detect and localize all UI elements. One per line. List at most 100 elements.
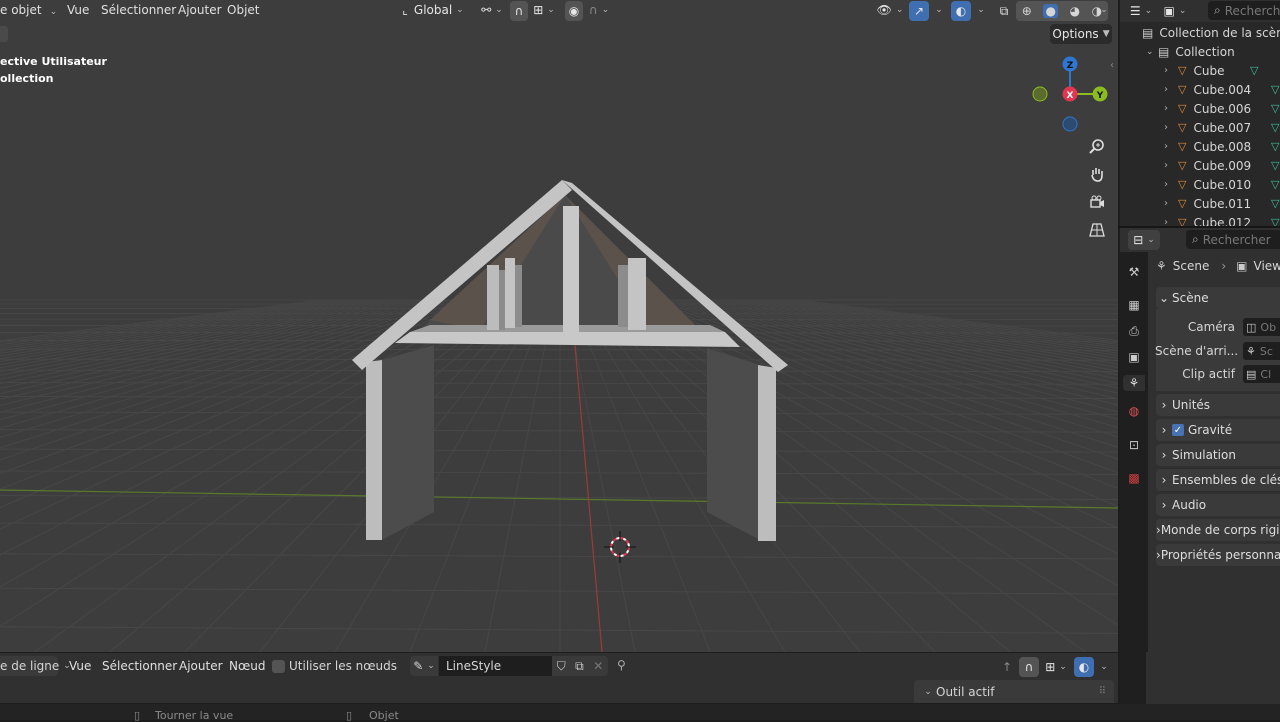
parent-up-icon[interactable]: ↑ xyxy=(997,657,1017,677)
falloff-dropdown[interactable]: ∩⌄ xyxy=(586,0,612,20)
mesh-data-icon[interactable]: ▽ xyxy=(1271,140,1279,153)
gizmo-toggle-icon[interactable]: ↗ xyxy=(909,1,929,21)
collapse-icon[interactable]: ⌄ xyxy=(1146,47,1158,57)
menu-selectionner[interactable]: Sélectionner xyxy=(101,3,176,17)
pin-icon[interactable]: ⚲ xyxy=(617,658,626,672)
duplicate-icon[interactable]: ⧉ xyxy=(575,659,584,674)
expand-chevron-icon[interactable]: › xyxy=(1164,141,1178,152)
mesh-data-icon[interactable]: ▽ xyxy=(1271,102,1279,115)
snap-target-dropdown[interactable]: ⊞⌄ xyxy=(1041,657,1071,677)
outliner-object-row[interactable]: ›▽Cube.011▽ xyxy=(1120,194,1280,213)
menu-vue[interactable]: Vue xyxy=(69,659,91,673)
xray-toggle-icon[interactable]: ⧉ xyxy=(994,1,1014,21)
fake-user-shield-icon[interactable]: ⛉ xyxy=(557,659,566,674)
active-clip-field[interactable]: ▤Cl xyxy=(1243,365,1280,383)
panel-header[interactable]: ›Unités xyxy=(1156,394,1280,416)
overlays-dropdown[interactable]: ⌄ xyxy=(1095,657,1109,677)
mesh-data-icon[interactable]: ▽ xyxy=(1271,178,1279,191)
expand-chevron-icon[interactable]: › xyxy=(1164,122,1178,133)
tool-tab-icon[interactable]: ⚒ xyxy=(1126,264,1142,280)
mesh-data-icon[interactable]: ▽ xyxy=(1271,121,1279,134)
menu-ajouter[interactable]: Ajouter xyxy=(178,3,222,17)
expand-chevron-icon[interactable]: › xyxy=(1164,84,1178,95)
shading-dropdown[interactable]: ⌄ xyxy=(1094,0,1110,20)
expand-chevron-icon[interactable]: › xyxy=(1164,179,1178,190)
world-tab-icon[interactable]: ◍ xyxy=(1126,403,1142,419)
editor-type-dropdown[interactable]: ☰⌄ xyxy=(1126,1,1156,21)
camera-view-icon[interactable] xyxy=(1084,189,1110,215)
mesh-data-icon[interactable]: ▽ xyxy=(1271,83,1279,96)
panel-header[interactable]: ›Monde de corps rigid xyxy=(1156,519,1280,541)
outliner-object-row[interactable]: ›▽Cube.007▽ xyxy=(1120,118,1280,137)
mesh-data-icon[interactable]: ▽ xyxy=(1271,216,1279,226)
navigation-gizmo[interactable]: Z Y X xyxy=(1030,52,1112,136)
expand-chevron-icon[interactable]: › xyxy=(1164,198,1178,209)
overlays-toggle-icon[interactable]: ◐ xyxy=(951,1,971,21)
proportional-edit-icon[interactable]: ◉ xyxy=(565,1,583,21)
menu-objet[interactable]: Objet xyxy=(227,3,259,17)
mesh-data-icon[interactable]: ▽ xyxy=(1271,197,1279,210)
menu-vue[interactable]: Vue xyxy=(67,3,89,17)
display-mode-dropdown[interactable]: ▣⌄ xyxy=(1160,1,1190,21)
perspective-grid-icon[interactable] xyxy=(1084,217,1110,243)
panel-header[interactable]: ›✓Gravité xyxy=(1156,419,1280,441)
transform-orientation-dropdown[interactable]: ⌞ Global⌄ xyxy=(395,0,471,20)
panel-header[interactable]: ›Audio xyxy=(1156,494,1280,516)
panel-header[interactable]: ›Ensembles de clés xyxy=(1156,469,1280,491)
expand-chevron-icon[interactable]: › xyxy=(1164,65,1178,76)
outliner-object-row[interactable]: ›▽Cube.012▽ xyxy=(1120,213,1280,226)
material-shading-icon[interactable]: ◕ xyxy=(1070,4,1080,18)
render-tab-icon[interactable]: ▦ xyxy=(1126,297,1142,313)
snap-target-dropdown[interactable]: ⊞⌄ xyxy=(530,0,558,20)
wireframe-shading-icon[interactable]: ⊕ xyxy=(1022,4,1032,18)
outliner-scene-collection[interactable]: ▤ Collection de la scène xyxy=(1120,23,1280,42)
snap-toggle-icon[interactable]: ∩ xyxy=(510,1,528,21)
options-button[interactable]: Options▼ xyxy=(1050,24,1112,44)
solid-shading-icon[interactable]: ● xyxy=(1043,4,1057,18)
visibility-dropdown[interactable]: 👁⌄ xyxy=(875,0,905,20)
neg-z-axis-ball[interactable] xyxy=(1063,117,1077,131)
expand-chevron-icon[interactable]: › xyxy=(1164,103,1178,114)
outliner-object-row[interactable]: ›▽Cube.010▽ xyxy=(1120,175,1280,194)
pivot-point-dropdown[interactable]: ⚯⌄ xyxy=(478,0,506,20)
properties-search[interactable]: ⌕ Rechercher xyxy=(1186,230,1280,249)
use-nodes-checkbox[interactable]: Utiliser les nœuds xyxy=(272,659,397,673)
outliner-object-row[interactable]: ›▽Cube.006▽ xyxy=(1120,99,1280,118)
view-layer-tab-icon[interactable]: ▣ xyxy=(1126,349,1142,365)
mesh-data-icon[interactable]: ▽ xyxy=(1250,64,1258,77)
expand-chevron-icon[interactable]: › xyxy=(1164,217,1178,226)
active-tool-panel-header[interactable]: ⌄ Outil actif ⠿ xyxy=(914,680,1114,703)
linestyle-browse[interactable]: ✎⌄ xyxy=(410,656,438,676)
toolbar-toggle[interactable] xyxy=(0,26,8,42)
menu-noeud[interactable]: Nœud xyxy=(229,659,265,673)
sidebar-toggle-icon[interactable]: ‹ xyxy=(1110,60,1114,71)
output-tab-icon[interactable]: ⎙ xyxy=(1126,323,1142,339)
background-scene-field[interactable]: ⚘Sc xyxy=(1243,342,1280,360)
gizmo-dropdown[interactable]: ⌄ xyxy=(930,0,944,20)
outliner-search[interactable]: ⌕ Recherch xyxy=(1208,1,1280,20)
zoom-icon[interactable] xyxy=(1084,133,1110,159)
editor-type-selector[interactable]: e de ligne⌄ xyxy=(0,656,58,676)
unlink-close-icon[interactable]: ✕ xyxy=(593,659,603,673)
expand-chevron-icon[interactable]: › xyxy=(1164,160,1178,171)
overlays-toggle-icon[interactable]: ◐ xyxy=(1074,657,1094,677)
mesh-data-icon[interactable]: ▽ xyxy=(1271,159,1279,172)
collection-tab-icon[interactable]: ⊡ xyxy=(1126,437,1142,453)
panel-header[interactable]: ›Simulation xyxy=(1156,444,1280,466)
neg-y-axis-ball[interactable] xyxy=(1033,87,1047,101)
panel-scene-header[interactable]: ⌄ Scène xyxy=(1156,287,1280,309)
texture-tab-icon[interactable]: ▩ xyxy=(1126,470,1142,486)
menu-ajouter[interactable]: Ajouter xyxy=(179,659,223,673)
drag-handle-icon[interactable]: ⠿ xyxy=(1099,686,1106,697)
pan-hand-icon[interactable] xyxy=(1084,161,1110,187)
outliner-collection[interactable]: ⌄ ▤ Collection xyxy=(1120,42,1280,61)
snap-toggle-icon[interactable]: ∩ xyxy=(1019,657,1039,677)
outliner-object-row[interactable]: ›▽Cube▽ xyxy=(1120,61,1280,80)
panel-header[interactable]: ›Propriétés personnali xyxy=(1156,544,1280,566)
camera-field[interactable]: ◫Ob xyxy=(1243,318,1280,336)
properties-editor-type[interactable]: ⊟⌄ xyxy=(1128,230,1160,250)
overlays-dropdown[interactable]: ⌄ xyxy=(972,0,986,20)
outliner-object-row[interactable]: ›▽Cube.004▽ xyxy=(1120,80,1280,99)
outliner-object-row[interactable]: ›▽Cube.009▽ xyxy=(1120,156,1280,175)
mode-selector[interactable]: e objet⌄ xyxy=(0,3,57,17)
